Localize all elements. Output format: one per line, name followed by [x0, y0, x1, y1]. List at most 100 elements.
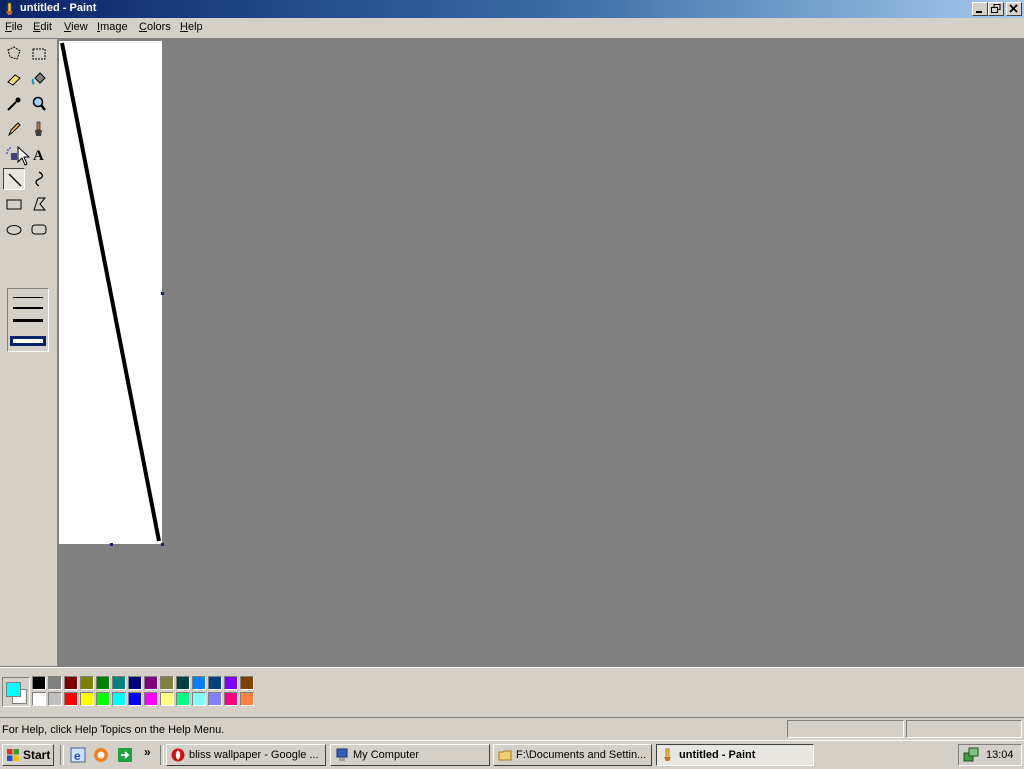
status-cell-position [787, 720, 904, 738]
taskbar-button-paint[interactable]: untitled - Paint [656, 744, 814, 766]
current-colors[interactable] [2, 677, 30, 707]
window-title: untitled - Paint [20, 2, 97, 14]
firefox-quicklaunch-icon[interactable] [93, 747, 109, 763]
palette-swatch[interactable] [128, 676, 142, 690]
tool-free-form-select[interactable] [3, 43, 25, 65]
svg-text:e: e [74, 749, 81, 763]
palette-swatch[interactable] [176, 676, 190, 690]
palette-swatch[interactable] [112, 692, 126, 706]
eraser-icon [7, 74, 21, 86]
tool-rectangle[interactable] [3, 193, 25, 215]
palette-swatch[interactable] [64, 692, 78, 706]
tool-curve[interactable] [28, 168, 50, 190]
palette-swatch[interactable] [64, 676, 78, 690]
network-tray-icon[interactable] [963, 747, 979, 763]
pencil-icon [7, 122, 21, 137]
start-button[interactable]: Start [2, 744, 54, 766]
drawing-canvas[interactable] [59, 41, 162, 544]
tool-eraser[interactable] [3, 68, 25, 90]
tool-pencil[interactable] [3, 118, 25, 140]
palette-swatch[interactable] [208, 676, 222, 690]
menu-view[interactable]: View [64, 21, 88, 33]
line-icon [8, 173, 22, 187]
menu-help[interactable]: Help [180, 21, 203, 33]
my-computer-icon [336, 748, 348, 761]
line-width-3[interactable] [13, 319, 43, 322]
status-help-text: For Help, click Help Topics on the Help … [2, 724, 225, 736]
tool-rounded-rectangle[interactable] [28, 218, 50, 240]
palette-swatch[interactable] [96, 676, 110, 690]
palette-swatch[interactable] [208, 692, 222, 706]
tool-line[interactable] [3, 168, 25, 190]
palette-swatch[interactable] [96, 692, 110, 706]
tool-select[interactable] [28, 43, 50, 65]
ellipse-icon [6, 225, 22, 235]
palette-swatch[interactable] [224, 676, 238, 690]
tool-polygon[interactable] [28, 193, 50, 215]
foreground-color[interactable] [6, 682, 21, 697]
brush-icon [35, 121, 42, 136]
menu-edit[interactable]: Edit [33, 21, 52, 33]
palette-swatch[interactable] [240, 676, 254, 690]
taskbar-button-opera[interactable]: bliss wallpaper - Google ... [166, 744, 326, 766]
palette-swatch[interactable] [32, 676, 46, 690]
clock[interactable]: 13:04 [986, 749, 1014, 761]
palette-swatch[interactable] [160, 692, 174, 706]
palette-swatch[interactable] [48, 676, 62, 690]
resize-handle-bottom[interactable] [110, 543, 113, 546]
menu-bar: File Edit View Image Colors Help [0, 18, 1024, 39]
status-bar: For Help, click Help Topics on the Help … [0, 717, 1024, 741]
tool-pick-color[interactable] [3, 93, 25, 115]
menu-colors[interactable]: Colors [139, 21, 171, 33]
toolbox: A [0, 39, 58, 666]
tool-fill-with-color[interactable] [28, 68, 50, 90]
show-desktop-icon[interactable] [117, 747, 133, 763]
close-button[interactable] [1006, 2, 1022, 16]
line-width-2[interactable] [13, 307, 43, 309]
tool-magnifier[interactable] [28, 93, 50, 115]
palette-swatch[interactable] [144, 676, 158, 690]
rectangle-icon [6, 199, 22, 210]
drawn-line [60, 42, 161, 542]
palette-swatch[interactable] [80, 692, 94, 706]
tool-brush[interactable] [28, 118, 50, 140]
tool-text[interactable]: A [28, 143, 50, 165]
taskbar: Start e » bliss wallpaper - Google ... M… [0, 740, 1024, 769]
minimize-icon [976, 11, 982, 13]
resize-handle-right[interactable] [161, 292, 164, 295]
taskbar-button-my-computer[interactable]: My Computer [330, 744, 490, 766]
fill-bucket-icon [31, 72, 46, 85]
menu-image[interactable]: Image [97, 21, 128, 33]
paint-icon [664, 748, 671, 761]
color-box [0, 667, 1024, 718]
palette-swatch[interactable] [80, 676, 94, 690]
palette-swatch[interactable] [240, 692, 254, 706]
taskbar-button-documents-folder[interactable]: F:\Documents and Settin... [493, 744, 652, 766]
minimize-button[interactable] [972, 2, 988, 16]
palette-swatch[interactable] [160, 676, 174, 690]
ie-quicklaunch-icon[interactable]: e [70, 747, 86, 763]
line-width-4-selected[interactable] [10, 336, 46, 346]
magnifier-icon [32, 96, 46, 111]
palette-swatch[interactable] [176, 692, 190, 706]
palette-swatch[interactable] [128, 692, 142, 706]
curve-icon [35, 171, 44, 187]
line-width-selector [7, 288, 49, 352]
restore-button[interactable] [988, 2, 1004, 16]
chevron-right-icon[interactable]: » [144, 745, 151, 759]
palette-swatch[interactable] [144, 692, 158, 706]
resize-handle-corner[interactable] [161, 543, 164, 546]
palette-swatch[interactable] [112, 676, 126, 690]
palette-swatch[interactable] [192, 692, 206, 706]
tool-ellipse[interactable] [3, 218, 25, 240]
restore-icon [991, 4, 1001, 13]
line-width-1[interactable] [13, 297, 43, 298]
title-bar[interactable]: untitled - Paint [0, 0, 1024, 18]
palette-swatch[interactable] [48, 692, 62, 706]
menu-file[interactable]: File [5, 21, 23, 33]
svg-text:A: A [33, 148, 44, 163]
palette-swatch[interactable] [32, 692, 46, 706]
rect-select-icon [32, 48, 46, 60]
palette-swatch[interactable] [224, 692, 238, 706]
palette-swatch[interactable] [192, 676, 206, 690]
